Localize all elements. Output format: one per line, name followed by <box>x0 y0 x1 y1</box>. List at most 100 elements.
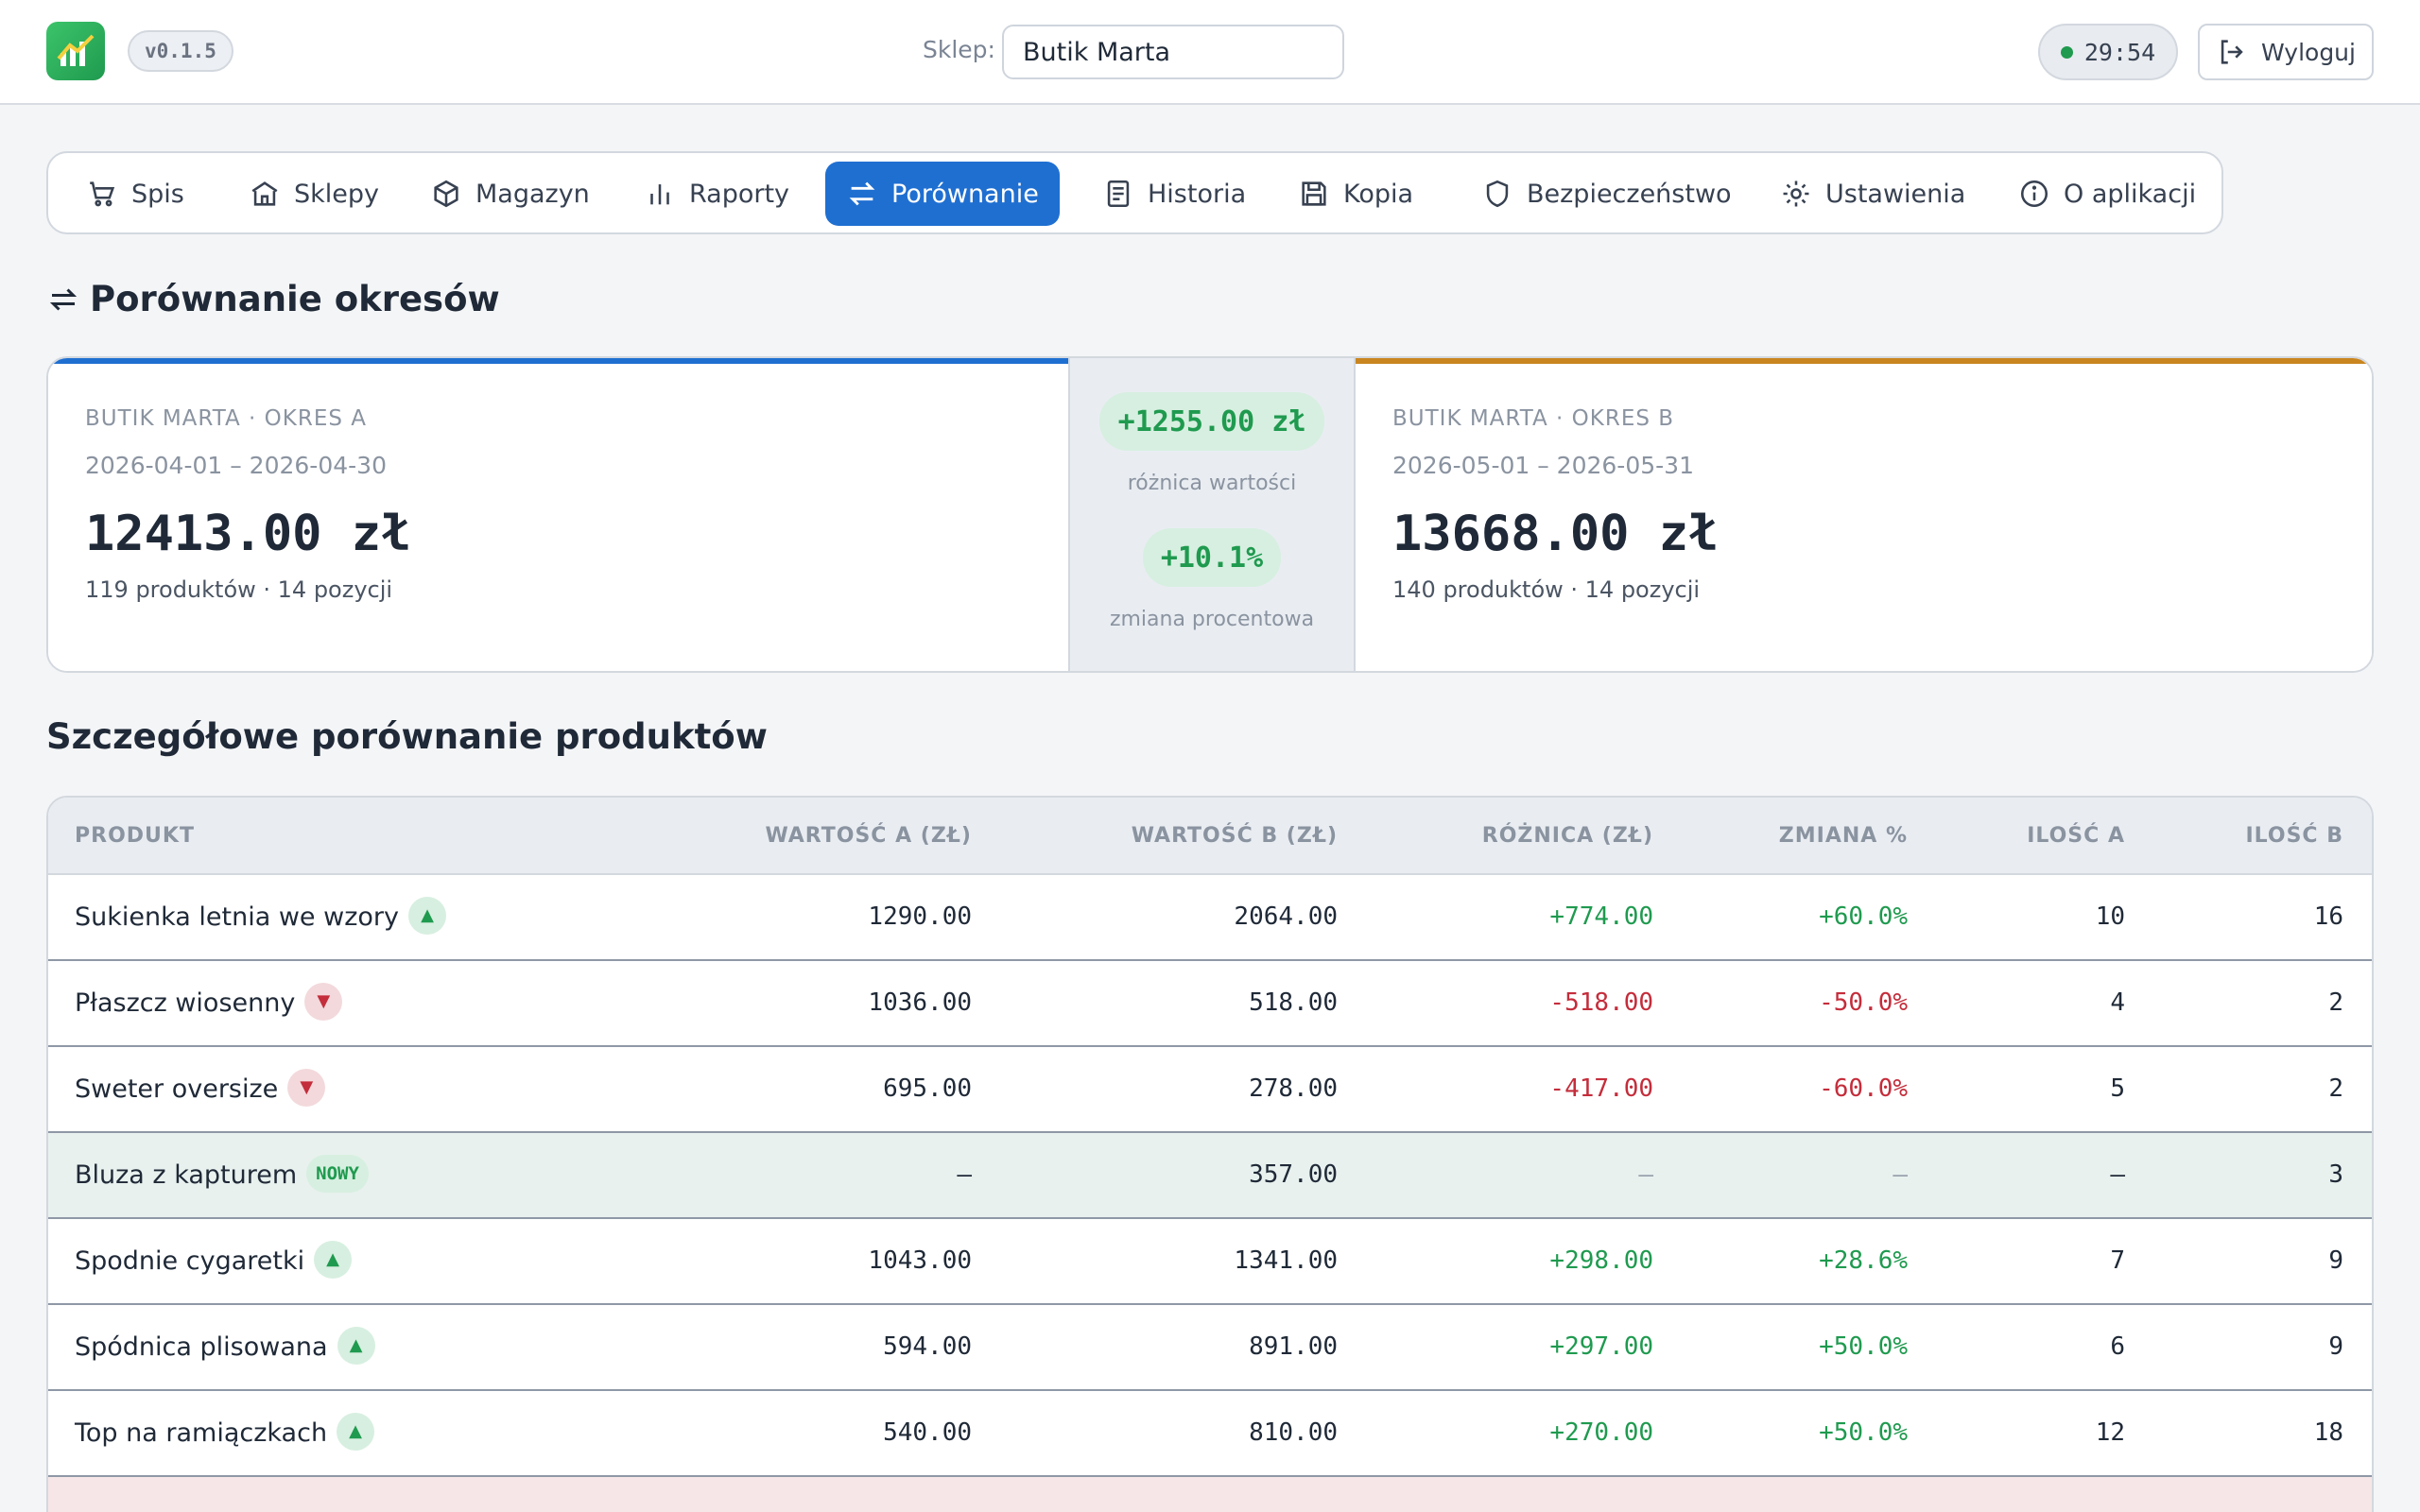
product-name: Top na ramiączkach <box>75 1418 328 1448</box>
header-qty-b[interactable]: ILOŚĆ B <box>2245 798 2343 875</box>
product-name: Płaszcz wiosenny <box>75 988 296 1018</box>
product-name-cell: Bluza z kapturem NOWY <box>75 1133 369 1217</box>
tab-magazyn[interactable]: Magazyn <box>409 162 611 226</box>
product-name: Bluza z kapturem <box>75 1160 298 1190</box>
tab-raporty[interactable]: Raporty <box>623 162 810 226</box>
diff-cell: +270.00 <box>1549 1418 1653 1447</box>
swap-icon <box>849 181 875 206</box>
period-a-summary: 119 produktów · 14 pozycji <box>85 576 393 603</box>
tab-sklepy[interactable]: Sklepy <box>228 162 400 226</box>
trend-up-icon: ▲ <box>337 1412 375 1451</box>
new-badge: NOWY <box>306 1154 369 1193</box>
header-diff[interactable]: RÓŻNICA (ZŁ) <box>1482 798 1653 875</box>
box-icon <box>434 180 458 208</box>
value-a-cell: 540.00 <box>883 1418 972 1447</box>
tab-label: O aplikacji <box>2064 179 2197 209</box>
difference-value-badge: +1255.00 zł <box>1099 392 1324 451</box>
header-change[interactable]: ZMIANA % <box>1779 798 1908 875</box>
status-dot-icon <box>2060 45 2073 59</box>
logout-label: Wyloguj <box>2261 38 2356 66</box>
period-b-card: BUTIK MARTA · OKRES B 2026-05-01 – 2026-… <box>1356 358 2372 671</box>
qty-a-cell: 12 <box>2095 1418 2125 1447</box>
period-a-card: BUTIK MARTA · OKRES A 2026-04-01 – 2026-… <box>48 358 1068 671</box>
header-value-a[interactable]: WARTOŚĆ A (ZŁ) <box>766 798 973 875</box>
table-row[interactable]: Sukienka letnia we wzory ▲ 1290.00 2064.00 +… <box>48 875 2372 961</box>
tab-label: Spis <box>131 179 184 209</box>
qty-b-cell: 9 <box>2328 1246 2343 1275</box>
logout-icon <box>2221 40 2243 64</box>
diff-cell: – <box>1638 1160 1653 1189</box>
change-cell: +50.0% <box>1819 1332 1908 1361</box>
table-row[interactable]: Sweter oversize ▼ 695.00 278.00 -417.00 -60.0… <box>48 1047 2372 1133</box>
tab-porownanie[interactable]: Porównanie <box>825 162 1060 226</box>
period-b-label: BUTIK MARTA · OKRES B <box>1392 406 1675 431</box>
tab-ustawienia[interactable]: Ustawienia <box>1759 162 1986 226</box>
tab-o-aplikacji[interactable]: O aplikacji <box>1997 162 2217 226</box>
value-b-cell: 518.00 <box>1249 988 1338 1017</box>
version-badge: v0.1.5 <box>128 30 233 72</box>
period-b-dates: 2026-05-01 – 2026-05-31 <box>1392 452 1694 479</box>
bar-chart-icon <box>650 184 669 205</box>
product-name-cell: Płaszcz wiosenny ▼ <box>75 961 343 1045</box>
store-input[interactable] <box>1002 25 1344 79</box>
table-row[interactable]: Płaszcz wiosenny ▼ 1036.00 518.00 -518.00 -50… <box>48 961 2372 1047</box>
value-b-cell: 1341.00 <box>1234 1246 1338 1275</box>
diff-cell: +298.00 <box>1549 1246 1653 1275</box>
qty-b-cell: 9 <box>2328 1332 2343 1361</box>
qty-b-cell: 2 <box>2328 988 2343 1017</box>
difference-percent-badge: +10.1% <box>1143 528 1281 587</box>
product-name-cell: Top na ramiączkach ▲ <box>75 1391 375 1475</box>
header-value-b[interactable]: WARTOŚĆ B (ZŁ) <box>1132 798 1338 875</box>
value-b-cell: 278.00 <box>1249 1074 1338 1103</box>
tab-label: Historia <box>1148 179 1247 209</box>
top-bar: v0.1.5 Sklep: 29:54 Wyloguj <box>0 0 2420 105</box>
qty-a-cell: 4 <box>2110 988 2125 1017</box>
tab-spis[interactable]: Spis <box>65 162 205 226</box>
product-comparison-table: PRODUKT WARTOŚĆ A (ZŁ) WARTOŚĆ B (ZŁ) RÓ… <box>46 796 2374 1512</box>
difference-value-caption: różnica wartości <box>1127 472 1297 495</box>
product-name: Sukienka letnia we wzory <box>75 902 399 932</box>
diff-cell: -518.00 <box>1549 988 1653 1017</box>
header-product[interactable]: PRODUKT <box>75 798 195 875</box>
qty-a-cell: – <box>2110 1160 2125 1189</box>
period-a-value: 12413.00 zł <box>85 506 411 562</box>
value-a-cell: 695.00 <box>883 1074 972 1103</box>
header-qty-a[interactable]: ILOŚĆ A <box>2027 798 2125 875</box>
cart-icon <box>90 181 115 207</box>
table-row[interactable]: Spódnica plisowana ▲ 594.00 891.00 +297.00 +5… <box>48 1305 2372 1391</box>
qty-a-cell: 6 <box>2110 1332 2125 1361</box>
qty-a-cell: 7 <box>2110 1246 2125 1275</box>
product-name: Sweter oversize <box>75 1074 279 1104</box>
gear-icon <box>1783 180 1809 207</box>
trend-down-icon: ▼ <box>304 982 343 1021</box>
period-b-summary: 140 produktów · 14 pozycji <box>1392 576 1701 603</box>
tab-historia[interactable]: Historia <box>1081 162 1267 226</box>
change-cell: +60.0% <box>1819 902 1908 931</box>
document-icon <box>1107 180 1130 208</box>
tab-kopia[interactable]: Kopia <box>1277 162 1434 226</box>
product-name-cell: Spodnie cygaretki ▲ <box>75 1219 353 1303</box>
qty-b-cell: 2 <box>2328 1074 2343 1103</box>
tab-label: Magazyn <box>475 179 590 209</box>
tab-bezpieczenstwo[interactable]: Bezpieczeństwo <box>1461 162 1753 226</box>
product-name-cell: Sukienka letnia we wzory ▲ <box>75 875 446 959</box>
store-icon <box>251 181 278 206</box>
save-icon <box>1302 181 1326 206</box>
table-row[interactable]: Top na ramiączkach ▲ 540.00 810.00 +270.00 +5… <box>48 1391 2372 1477</box>
table-row[interactable] <box>48 1477 2372 1512</box>
session-timer: 29:54 <box>2038 24 2178 80</box>
value-a-cell: 1036.00 <box>868 988 972 1017</box>
table-row[interactable]: Bluza z kapturem NOWY – 357.00 – – – 3 <box>48 1133 2372 1219</box>
trend-up-icon: ▲ <box>337 1326 375 1365</box>
difference-percent-caption: zmiana procentowa <box>1109 608 1315 631</box>
tab-label: Porównanie <box>891 179 1039 209</box>
table-header: PRODUKT WARTOŚĆ A (ZŁ) WARTOŚĆ B (ZŁ) RÓ… <box>48 798 2372 875</box>
qty-b-cell: 3 <box>2328 1160 2343 1189</box>
tab-label: Bezpieczeństwo <box>1527 179 1732 209</box>
value-a-cell: 1043.00 <box>868 1246 972 1275</box>
product-name-cell: Spódnica plisowana ▲ <box>75 1305 375 1389</box>
logout-button[interactable]: Wyloguj <box>2198 24 2374 80</box>
table-row[interactable]: Spodnie cygaretki ▲ 1043.00 1341.00 +298.00 +… <box>48 1219 2372 1305</box>
timer-value: 29:54 <box>2083 38 2156 66</box>
diff-cell: -417.00 <box>1549 1074 1653 1103</box>
